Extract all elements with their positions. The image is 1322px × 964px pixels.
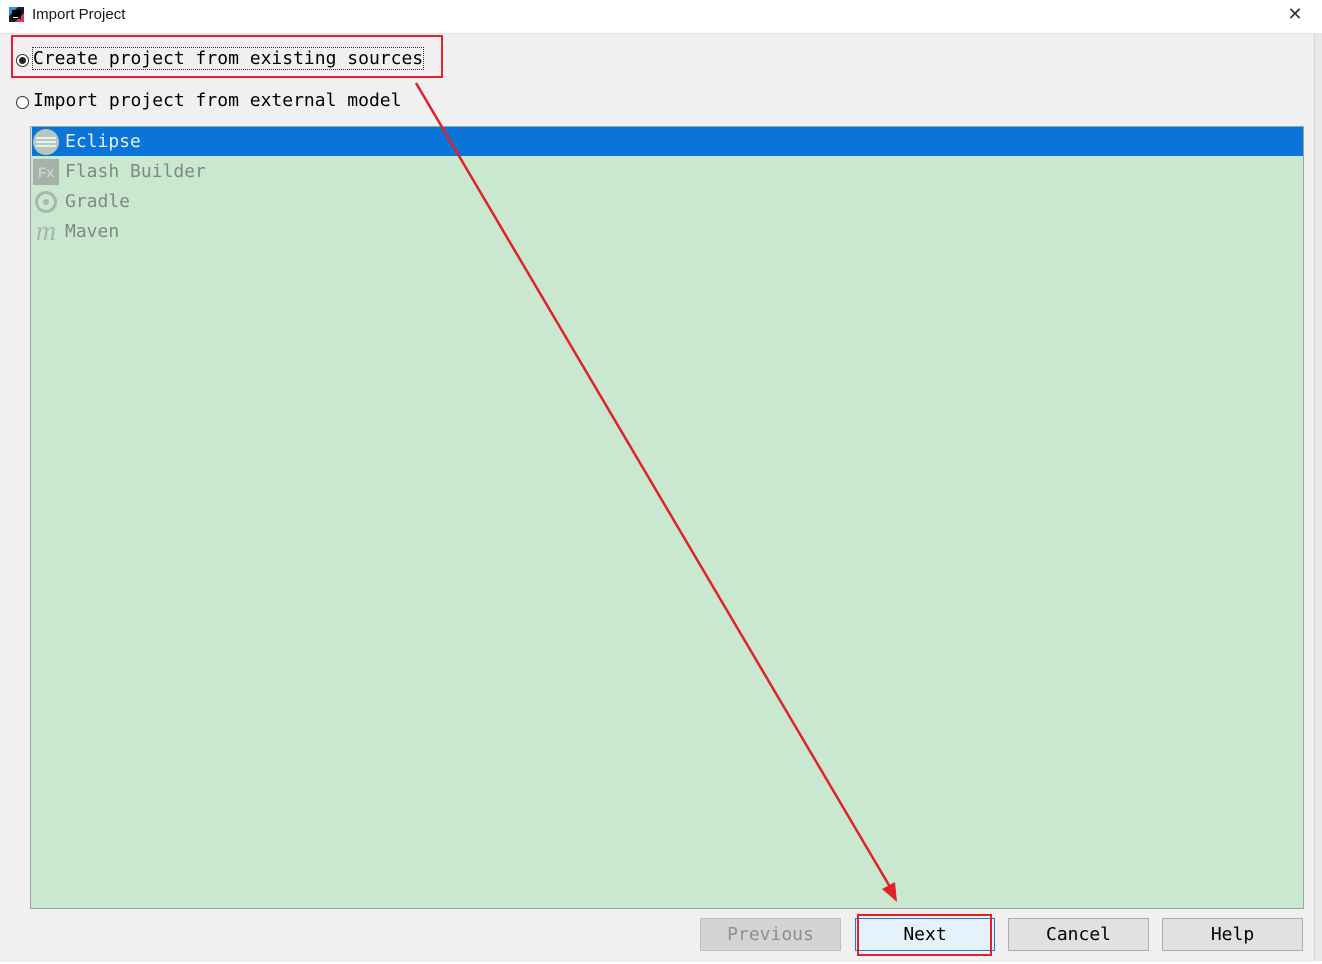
external-model-list[interactable]: Eclipse Fx Flash Builder Gradle m Maven (30, 126, 1304, 909)
list-item-gradle[interactable]: Gradle (32, 187, 1303, 216)
radio-label-import: Import project from external model (33, 89, 402, 111)
cancel-button[interactable]: Cancel (1008, 918, 1149, 951)
title-bar: Import Project ✕ (0, 0, 1322, 32)
list-item-flash-builder[interactable]: Fx Flash Builder (32, 157, 1303, 186)
maven-icon: m (35, 215, 57, 247)
previous-button[interactable]: Previous (700, 918, 841, 951)
intellij-app-icon (9, 7, 24, 22)
window-title: Import Project (32, 6, 126, 23)
help-button[interactable]: Help (1162, 918, 1303, 951)
gradle-icon (35, 190, 57, 213)
list-item-label: Flash Builder (65, 161, 206, 182)
radio-button-checked[interactable] (16, 53, 29, 67)
flash-builder-icon: Fx (33, 158, 59, 185)
radio-import-external-model[interactable]: Import project from external model (16, 88, 401, 112)
window-edge (1314, 33, 1322, 961)
list-item-label: Maven (65, 221, 120, 242)
radio-label-create: Create project from existing sources (31, 46, 425, 70)
list-item-label: Gradle (65, 191, 131, 212)
list-item-label: Eclipse (65, 131, 141, 152)
list-item-maven[interactable]: m Maven (32, 217, 1303, 246)
eclipse-icon (33, 128, 59, 155)
next-button[interactable]: Next (855, 918, 995, 951)
radio-create-from-sources[interactable]: Create project from existing sources (16, 46, 425, 70)
list-item-eclipse[interactable]: Eclipse (32, 127, 1303, 156)
radio-button-unchecked[interactable] (16, 95, 29, 109)
close-icon[interactable]: ✕ (1282, 3, 1308, 27)
